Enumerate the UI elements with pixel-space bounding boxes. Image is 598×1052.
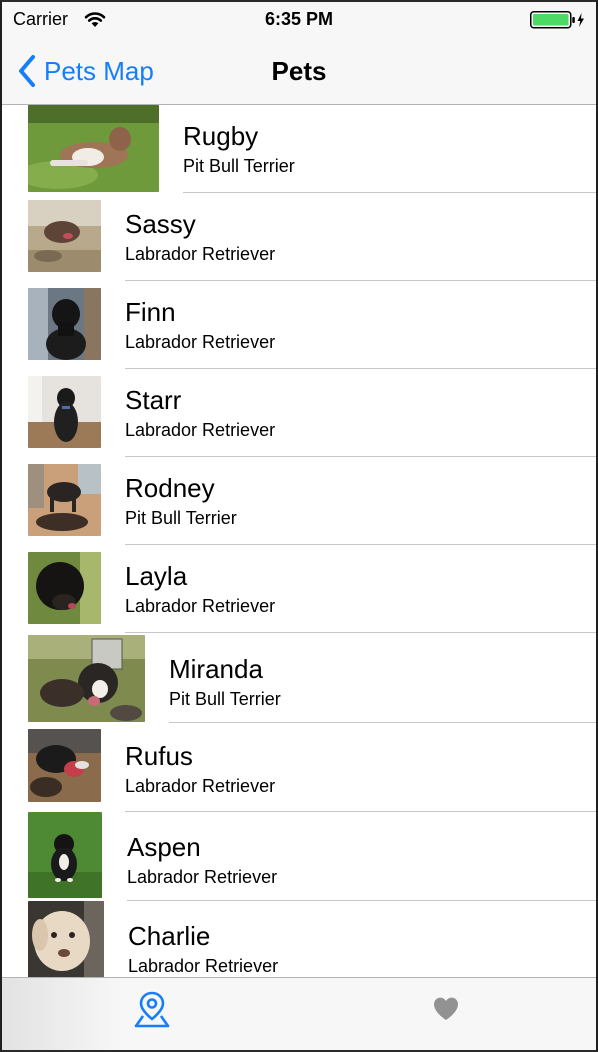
pet-row[interactable]: Rodney Pit Bull Terrier: [2, 457, 596, 545]
status-time: 6:35 PM: [264, 9, 334, 29]
app-window: Carrier 6:35 PM Pets Map Pets Rugby Pit …: [0, 0, 598, 1052]
status-bar: Carrier 6:35 PM: [2, 2, 596, 38]
pet-breed: Labrador Retriever: [125, 596, 276, 616]
pet-name: Aspen: [127, 832, 201, 862]
pet-photo: [28, 729, 101, 802]
pet-name: Rodney: [125, 473, 215, 503]
navigation-bar: Pets Map Pets: [2, 38, 596, 105]
pet-name: Sassy: [125, 209, 196, 239]
pet-photo: [28, 464, 101, 536]
pet-photo: [28, 288, 101, 360]
pet-breed: Labrador Retriever: [128, 956, 279, 976]
pet-breed: Labrador Retriever: [127, 867, 278, 887]
page-title: Pets: [271, 56, 327, 86]
pet-row[interactable]: Layla Labrador Retriever: [2, 545, 596, 633]
pet-row[interactable]: Rugby Pit Bull Terrier: [2, 105, 596, 193]
pet-name: Rugby: [183, 121, 259, 151]
pet-row[interactable]: Aspen Labrador Retriever: [2, 812, 596, 901]
pet-photo: [28, 812, 102, 898]
pet-photo: [28, 376, 101, 448]
pet-row[interactable]: Sassy Labrador Retriever: [2, 193, 596, 281]
pet-row[interactable]: Finn Labrador Retriever: [2, 281, 596, 369]
pet-row[interactable]: Starr Labrador Retriever: [2, 369, 596, 457]
tab-bar: [2, 977, 596, 1050]
pet-photo: [28, 200, 101, 272]
pet-row[interactable]: Charlie Labrador Retriever: [2, 901, 596, 977]
pet-name: Starr: [125, 385, 182, 415]
map-pin-icon: [134, 991, 170, 1028]
pet-breed: Pit Bull Terrier: [169, 689, 281, 709]
pet-breed: Labrador Retriever: [125, 332, 276, 352]
pet-name: Rufus: [125, 741, 193, 771]
pet-photo: [28, 901, 104, 977]
pet-photo: [28, 552, 101, 624]
pet-breed: Labrador Retriever: [125, 244, 276, 264]
pet-row[interactable]: Rufus Labrador Retriever: [2, 723, 596, 812]
pet-breed: Pit Bull Terrier: [125, 508, 237, 528]
pet-list[interactable]: Rugby Pit Bull Terrier Sassy Labrador Re…: [2, 105, 596, 977]
heart-icon: [434, 997, 458, 1020]
pet-breed: Pit Bull Terrier: [183, 156, 295, 176]
pet-breed: Labrador Retriever: [125, 776, 276, 796]
pet-row[interactable]: Miranda Pit Bull Terrier: [2, 633, 596, 723]
pet-name: Miranda: [169, 654, 263, 684]
pet-photo: [28, 105, 159, 192]
pet-name: Layla: [125, 561, 188, 591]
battery-charging-icon: [530, 11, 584, 29]
tab-map[interactable]: [122, 988, 182, 1030]
pet-photo: [28, 635, 145, 722]
tab-favorites[interactable]: [416, 988, 476, 1030]
pet-name: Finn: [125, 297, 176, 327]
pet-name: Charlie: [128, 921, 211, 951]
pet-breed: Labrador Retriever: [125, 420, 276, 440]
